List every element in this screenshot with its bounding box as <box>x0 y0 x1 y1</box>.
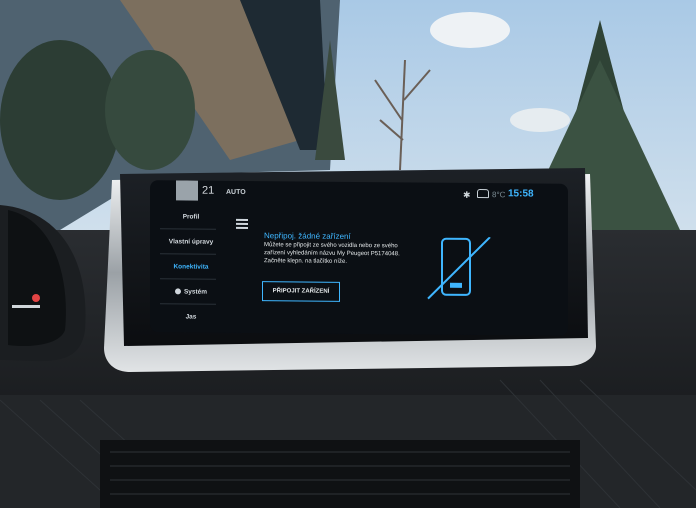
sidebar-item-profile[interactable]: Profil <box>162 206 220 227</box>
climate-mode[interactable]: AUTO <box>226 189 246 196</box>
infotainment-screen: 21 AUTO ✱ 8°C 15:58 Profil Vlastní úprav… <box>150 180 568 336</box>
menu-icon[interactable] <box>236 218 248 229</box>
status-bar: 21 AUTO ✱ 8°C 15:58 <box>150 180 568 208</box>
sidebar-item-label: Jas <box>185 312 197 321</box>
divider <box>160 253 216 255</box>
connect-device-button[interactable]: PŘIPOJIT ZAŘÍZENÍ <box>262 281 340 302</box>
sidebar-item-label: Vlastní úpravy <box>168 237 214 246</box>
outside-temperature: 8°C <box>492 190 506 200</box>
system-icon <box>174 288 181 295</box>
sidebar-item-connectivity[interactable]: Konektivita <box>162 256 220 277</box>
sidebar-item-label: Profil <box>182 212 200 221</box>
avatar[interactable] <box>176 180 198 201</box>
sidebar-item-label: Konektivita <box>173 262 209 271</box>
page-title: Nepřipoj. žádné zařízení <box>264 231 351 241</box>
sidebar-item-system[interactable]: Systém <box>162 281 220 302</box>
settings-sidebar: Profil Vlastní úpravy Konektivita Systém… <box>150 204 218 333</box>
sidebar-item-brightness[interactable]: Jas <box>162 306 220 327</box>
clock: 15:58 <box>508 188 534 200</box>
bluetooth-icon: ✱ <box>463 189 471 200</box>
description-text: Můžete se připojit ze svého vozidla nebo… <box>264 242 400 266</box>
temperature-display[interactable]: 21 <box>202 185 214 197</box>
phone-disconnected-icon <box>427 236 491 300</box>
sidebar-item-label: Systém <box>183 287 208 296</box>
divider <box>160 303 216 305</box>
car-icon <box>477 189 489 199</box>
sidebar-item-custom[interactable]: Vlastní úpravy <box>162 231 220 252</box>
divider <box>160 278 216 280</box>
divider <box>160 228 216 230</box>
